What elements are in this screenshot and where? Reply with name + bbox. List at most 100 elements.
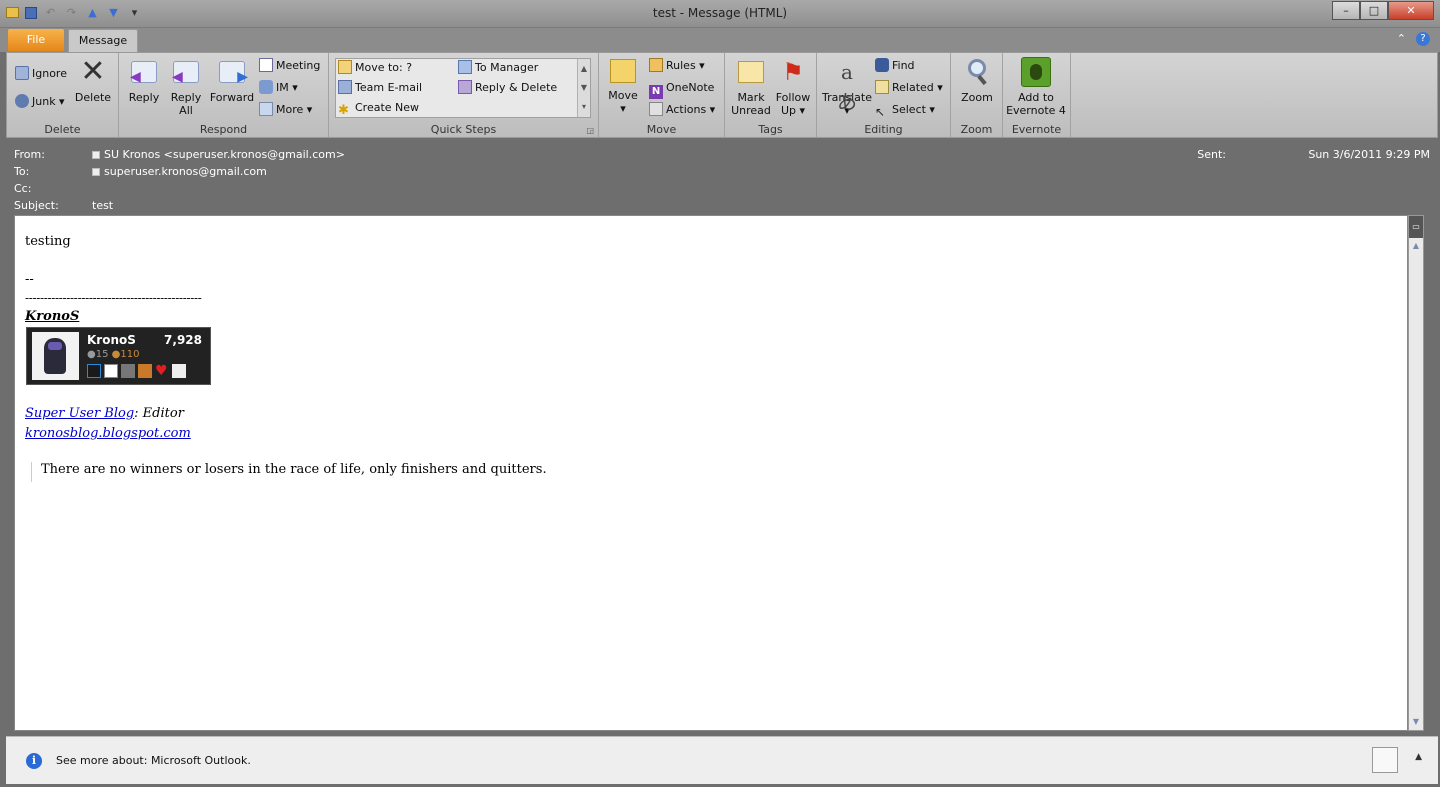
blog-line: Super User Blog: Editor <box>25 406 184 421</box>
reply-all-button[interactable]: ◀ Reply All <box>167 57 205 117</box>
select-button[interactable]: ↖ Select ▾ <box>875 101 935 119</box>
onenote-icon: N <box>649 85 663 99</box>
flair-username: KronoS <box>87 333 136 347</box>
people-pane-text[interactable]: See more about: Microsoft Outlook. <box>56 754 251 767</box>
scroll-down-icon[interactable]: ▼ <box>1409 714 1423 730</box>
group-evernote: Add to Evernote 4 Evernote <box>1003 53 1071 137</box>
avatar <box>32 332 79 380</box>
move-to-label: Move to: ? <box>355 61 413 74</box>
silver-badges: ●15 <box>87 349 109 360</box>
follow-up-button[interactable]: ⚑ Follow Up ▾ <box>773 57 813 117</box>
blog-link[interactable]: Super User Blog <box>25 406 134 421</box>
flair-reputation: 7,928 <box>164 333 202 347</box>
reply-all-label-1: Reply <box>170 91 202 104</box>
reply-button[interactable]: ◀ Reply <box>125 57 163 104</box>
maximize-button[interactable]: □ <box>1360 1 1388 20</box>
stackoverflow-alt-site-icon <box>138 364 152 378</box>
translate-button[interactable]: aあ Translate ▾ <box>821 57 873 117</box>
chevron-up-icon[interactable]: ▲ <box>578 59 590 78</box>
forward-button[interactable]: ▶ Forward <box>209 57 255 104</box>
expand-gallery-icon[interactable]: ▾ <box>578 97 590 116</box>
expand-people-pane-icon[interactable]: ▲ <box>1415 752 1422 762</box>
delete-button[interactable]: ✕ Delete <box>73 57 113 105</box>
to-value[interactable]: superuser.kronos@gmail.com <box>92 164 267 180</box>
find-label: Find <box>892 59 915 72</box>
find-button[interactable]: Find <box>875 57 915 75</box>
evernote-icon <box>1021 57 1051 87</box>
actions-button[interactable]: Actions ▾ <box>649 101 715 119</box>
window-controls: – □ ✕ <box>1332 1 1434 20</box>
zoom-button[interactable]: Zoom <box>957 57 997 104</box>
contact-checkbox[interactable] <box>92 168 100 176</box>
rules-icon <box>649 58 663 72</box>
rules-button[interactable]: Rules ▾ <box>649 57 705 75</box>
user-flair[interactable]: KronoS 7,928 ●15 ●110 ♥ <box>26 327 211 385</box>
to-manager-button[interactable]: To Manager <box>458 59 538 77</box>
rules-label: Rules <box>666 59 696 72</box>
team-email-button[interactable]: Team E-mail <box>338 79 422 97</box>
related-button[interactable]: Related ▾ <box>875 79 943 97</box>
magnifier-icon <box>962 57 992 87</box>
scroll-up-icon[interactable]: ▲ <box>1409 238 1423 254</box>
minimize-button[interactable]: – <box>1332 1 1360 20</box>
quick-steps-scroll[interactable]: ▲ ▼ ▾ <box>577 59 590 117</box>
im-button[interactable]: IM ▾ <box>259 79 298 97</box>
blog-url-line: kronosblog.blogspot.com <box>25 426 191 441</box>
close-button[interactable]: ✕ <box>1388 1 1434 20</box>
move-button[interactable]: Move ▾ <box>605 57 641 115</box>
reply-all-icon: ◀ <box>172 61 199 84</box>
move-to-button[interactable]: Move to: ? <box>338 59 412 77</box>
body-scrollbar[interactable]: ▭ ▲ ▼ <box>1408 215 1424 731</box>
group-move-label: Move <box>646 123 677 136</box>
chevron-down-icon[interactable]: ▼ <box>578 78 590 97</box>
actions-label: Actions <box>666 103 707 116</box>
subject-label: Subject: <box>14 199 59 212</box>
blog-url-link[interactable]: kronosblog.blogspot.com <box>25 426 191 441</box>
reply-delete-button[interactable]: Reply & Delete <box>458 79 557 97</box>
to-label: To: <box>14 165 30 178</box>
window-title: test - Message (HTML) <box>652 6 788 20</box>
contact-photo-icon[interactable] <box>1372 747 1398 773</box>
minimize-ribbon-icon[interactable]: ⌃ <box>1397 32 1406 46</box>
to-address[interactable]: superuser.kronos@gmail.com <box>104 165 267 178</box>
select-label: Select <box>892 103 926 116</box>
to-manager-icon <box>458 60 472 74</box>
scroll-split-icon[interactable]: ▭ <box>1409 216 1423 238</box>
reply-delete-icon <box>458 80 472 94</box>
tab-file[interactable]: File <box>8 29 64 51</box>
from-address[interactable]: SU Kronos <superuser.kronos@gmail.com> <box>104 148 345 161</box>
subject-value: test <box>92 199 114 212</box>
related-label: Related <box>892 81 934 94</box>
message-body[interactable]: testing -- -----------------------------… <box>14 215 1408 731</box>
help-icon[interactable]: ? <box>1416 32 1430 46</box>
binoculars-icon <box>875 58 889 72</box>
group-zoom: Zoom Zoom <box>951 53 1003 137</box>
meeting-button[interactable]: Meeting <box>259 57 320 75</box>
evernote-label-2: Evernote 4 <box>1006 104 1066 117</box>
group-move: Move ▾ Rules ▾ N OneNote Actions ▾ Move <box>599 53 725 137</box>
onenote-label: OneNote <box>666 81 715 94</box>
from-value[interactable]: SU Kronos <superuser.kronos@gmail.com> <box>92 147 345 163</box>
meeting-label: Meeting <box>276 59 321 72</box>
tab-message[interactable]: Message <box>68 29 138 52</box>
create-new-icon: ✱ <box>338 103 349 118</box>
more-respond-button[interactable]: More ▾ <box>259 101 312 119</box>
flair-site-icons: ♥ <box>87 364 186 378</box>
create-new-button[interactable]: ✱ Create New <box>338 99 419 118</box>
ribbon-tabs: File Message ⌃ ? <box>0 28 1440 52</box>
dialog-launcher-icon[interactable]: ◲ <box>586 126 594 135</box>
mark-unread-button[interactable]: Mark Unread <box>731 57 771 117</box>
onenote-button[interactable]: N OneNote <box>649 79 715 99</box>
ignore-button[interactable]: Ignore <box>15 65 67 83</box>
group-evernote-label: Evernote <box>1011 123 1062 136</box>
add-to-evernote-button[interactable]: Add to Evernote 4 <box>1003 57 1069 117</box>
junk-button[interactable]: Junk ▾ <box>15 93 65 111</box>
contact-checkbox[interactable] <box>92 151 100 159</box>
quote-block: There are no winners or losers in the ra… <box>31 462 547 482</box>
group-quick-steps: Move to: ? Team E-mail ✱ Create New To Ma… <box>329 53 599 137</box>
follow-up-label-2: Up <box>780 104 796 117</box>
group-editing-label: Editing <box>864 123 903 136</box>
move-dropdown-icon: ▾ <box>620 102 626 115</box>
quick-steps-gallery: Move to: ? Team E-mail ✱ Create New To Ma… <box>335 58 591 118</box>
reply-icon: ◀ <box>130 61 157 84</box>
